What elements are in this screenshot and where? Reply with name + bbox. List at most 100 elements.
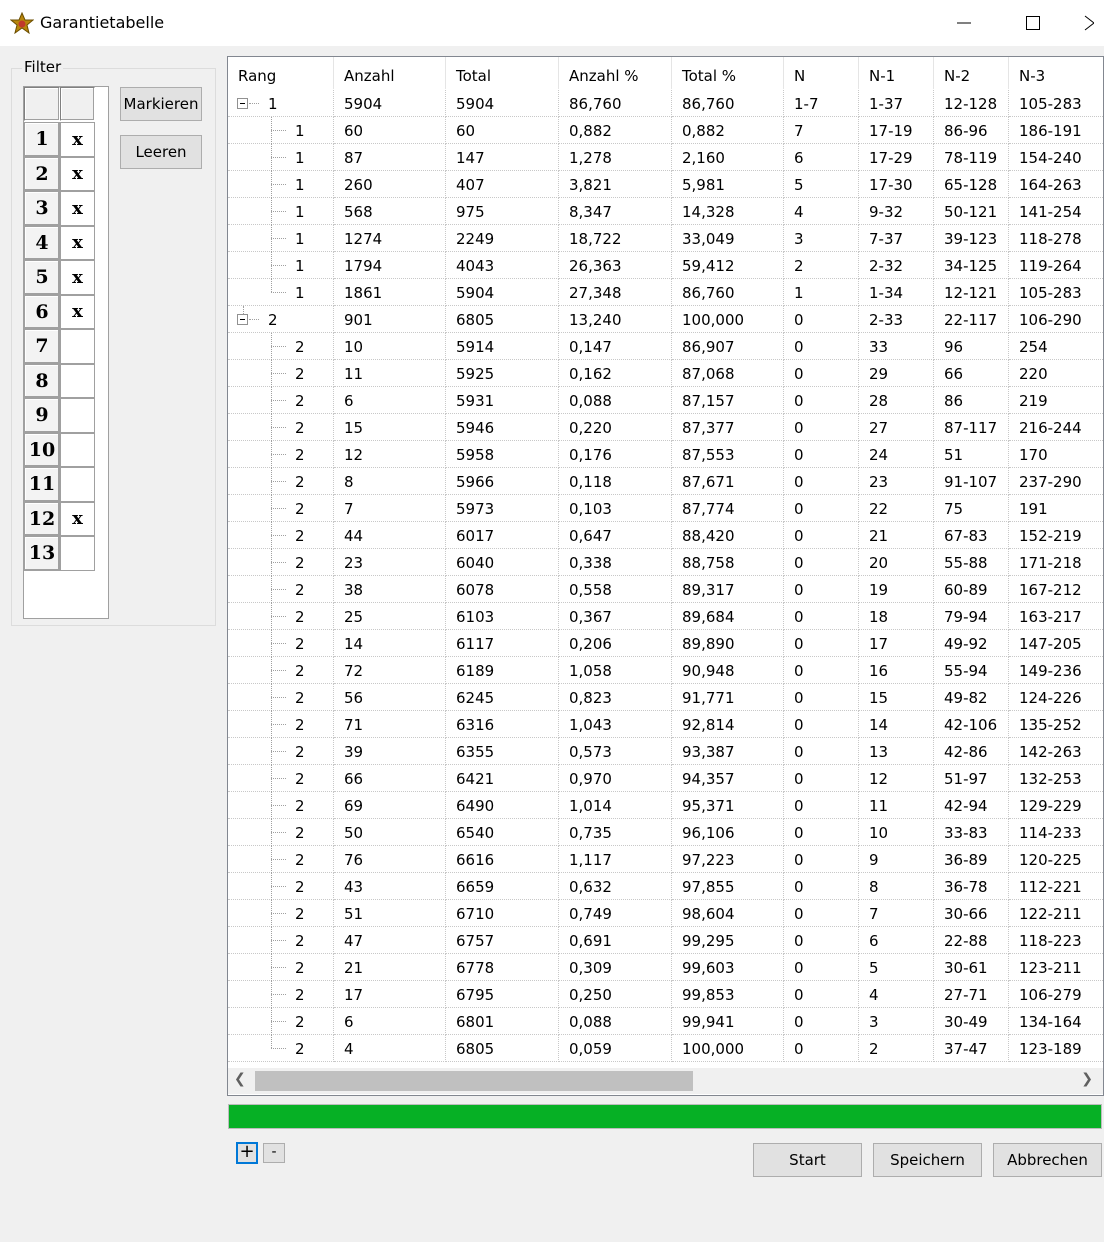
column-header[interactable]: N: [784, 57, 859, 89]
clear-button[interactable]: Leeren: [120, 135, 202, 169]
mark-button[interactable]: Markieren: [120, 87, 202, 121]
expand-all-button[interactable]: +: [236, 1142, 258, 1164]
filter-row-number[interactable]: 7: [24, 329, 60, 364]
column-header[interactable]: Anzahl %: [559, 57, 672, 89]
table-row[interactable]: 2 44 6017 0,647 88,420 0 21 67-83 152-219: [228, 522, 1103, 549]
scroll-left-icon[interactable]: ❮: [234, 1071, 246, 1087]
cell-anzahl: 71: [334, 711, 446, 738]
table-row[interactable]: 2 6 5931 0,088 87,157 0 28 86 219: [228, 387, 1103, 414]
start-button[interactable]: Start: [753, 1143, 862, 1177]
table-row[interactable]: 2 39 6355 0,573 93,387 0 13 42-86 142-263: [228, 738, 1103, 765]
filter-row-number[interactable]: 5: [24, 260, 60, 295]
scroll-thumb[interactable]: [255, 1071, 693, 1091]
cell-n: 1-7: [784, 90, 859, 117]
filter-row-mark[interactable]: x: [60, 260, 95, 295]
collapse-toggle-icon[interactable]: [237, 314, 248, 325]
filter-row-mark[interactable]: x: [60, 225, 95, 260]
collapse-all-button[interactable]: -: [263, 1143, 285, 1163]
filter-row-mark[interactable]: [60, 536, 95, 571]
table-row[interactable]: 2 14 6117 0,206 89,890 0 17 49-92 147-205: [228, 630, 1103, 657]
table-row[interactable]: 2 17 6795 0,250 99,853 0 4 27-71 106-279: [228, 981, 1103, 1008]
filter-row-number[interactable]: 9: [24, 398, 60, 433]
guarantee-tree-table[interactable]: Rang Anzahl Total Anzahl % Total % N N-1 N-2 N-3…: [227, 56, 1104, 1096]
table-row[interactable]: 2 21 6778 0,309 99,603 0 5 30-61 123-211: [228, 954, 1103, 981]
maximize-button[interactable]: [1010, 0, 1056, 46]
table-row[interactable]: 2 8 5966 0,118 87,671 0 23 91-107 237-290: [228, 468, 1103, 495]
table-row[interactable]: 1 1274 2249 18,722 33,049 3 7-37 39-123 118-278: [228, 225, 1103, 252]
table-row[interactable]: 2 38 6078 0,558 89,317 0 19 60-89 167-212: [228, 576, 1103, 603]
table-row[interactable]: 2 12 5958 0,176 87,553 0 24 51 170: [228, 441, 1103, 468]
table-row[interactable]: 2 51 6710 0,749 98,604 0 7 30-66 122-211: [228, 900, 1103, 927]
table-row[interactable]: 2 7 5973 0,103 87,774 0 22 75 191: [228, 495, 1103, 522]
filter-row-mark[interactable]: [60, 432, 95, 467]
tree-connector: [271, 468, 272, 495]
table-row[interactable]: 2 25 6103 0,367 89,684 0 18 79-94 163-217: [228, 603, 1103, 630]
cell-total-pct: 98,604: [672, 900, 784, 927]
filter-row-number[interactable]: 6: [24, 294, 60, 329]
tree-group-row[interactable]: 1 5904 5904 86,760 86,760 1-7 1-37 12-128 105-28…: [228, 90, 1103, 117]
filter-row-number[interactable]: 12: [24, 501, 60, 536]
minimize-button[interactable]: [941, 0, 987, 46]
column-header[interactable]: Total: [446, 57, 559, 89]
cell-total-pct: 99,853: [672, 981, 784, 1008]
table-row[interactable]: 2 4 6805 0,059 100,000 0 2 37-47 123-189: [228, 1035, 1103, 1062]
table-row[interactable]: 2 71 6316 1,043 92,814 0 14 42-106 135-252: [228, 711, 1103, 738]
tree-connector: [271, 117, 272, 144]
filter-row-number[interactable]: 3: [24, 191, 60, 226]
table-row[interactable]: 2 47 6757 0,691 99,295 0 6 22-88 118-223: [228, 927, 1103, 954]
collapse-toggle-icon[interactable]: [237, 98, 248, 109]
scroll-right-icon[interactable]: ❯: [1081, 1071, 1093, 1087]
table-row[interactable]: 2 11 5925 0,162 87,068 0 29 66 220: [228, 360, 1103, 387]
filter-row-mark[interactable]: [60, 467, 95, 502]
table-row[interactable]: 1 60 60 0,882 0,882 7 17-19 86-96 186-191: [228, 117, 1103, 144]
table-row[interactable]: 2 72 6189 1,058 90,948 0 16 55-94 149-236: [228, 657, 1103, 684]
table-row[interactable]: 1 1861 5904 27,348 86,760 1 1-34 12-121 105-283: [228, 279, 1103, 306]
filter-row-number[interactable]: 11: [24, 467, 60, 502]
column-header[interactable]: Total %: [672, 57, 784, 89]
table-row[interactable]: 1 87 147 1,278 2,160 6 17-29 78-119 154-240: [228, 144, 1103, 171]
column-header[interactable]: Anzahl: [334, 57, 446, 89]
tree-group-row[interactable]: 2 901 6805 13,240 100,000 0 2-33 22-117 106-290: [228, 306, 1103, 333]
filter-row-number[interactable]: 10: [24, 432, 60, 467]
filter-grid[interactable]: 1 x 2 x 3 x 4 x 5 x 6 x 7 8 9 10 11 12 x 13: [23, 86, 109, 619]
filter-row-mark[interactable]: [60, 363, 95, 398]
table-row[interactable]: 2 43 6659 0,632 97,855 0 8 36-78 112-221: [228, 873, 1103, 900]
table-row[interactable]: 2 69 6490 1,014 95,371 0 11 42-94 129-229: [228, 792, 1103, 819]
cell-total: 975: [446, 198, 559, 225]
save-button[interactable]: Speichern: [873, 1143, 982, 1177]
filter-row-mark[interactable]: [60, 329, 95, 364]
table-row[interactable]: 1 1794 4043 26,363 59,412 2 2-32 34-125 119-264: [228, 252, 1103, 279]
filter-row-number[interactable]: 8: [24, 363, 60, 398]
table-row[interactable]: 1 260 407 3,821 5,981 5 17-30 65-128 164-263: [228, 171, 1103, 198]
table-row[interactable]: 2 50 6540 0,735 96,106 0 10 33-83 114-233: [228, 819, 1103, 846]
filter-row-mark[interactable]: [60, 398, 95, 433]
filter-row-number[interactable]: 1: [24, 122, 60, 157]
cell-n: 0: [784, 306, 859, 333]
filter-row-mark[interactable]: x: [60, 191, 95, 226]
table-row[interactable]: 2 23 6040 0,338 88,758 0 20 55-88 171-218: [228, 549, 1103, 576]
column-header[interactable]: N-1: [859, 57, 934, 89]
filter-row-number[interactable]: 2: [24, 156, 60, 191]
column-header[interactable]: N-3: [1009, 57, 1103, 89]
horizontal-scrollbar[interactable]: ❮ ❯: [228, 1068, 1103, 1094]
table-row[interactable]: 2 76 6616 1,117 97,223 0 9 36-89 120-225: [228, 846, 1103, 873]
filter-row-mark[interactable]: x: [60, 294, 95, 329]
table-row[interactable]: 2 6 6801 0,088 99,941 0 3 30-49 134-164: [228, 1008, 1103, 1035]
cell-n2: 42-94: [934, 792, 1009, 819]
close-button[interactable]: [1080, 0, 1104, 46]
filter-row-number[interactable]: 13: [24, 536, 60, 571]
cell-total: 2249: [446, 225, 559, 252]
table-row[interactable]: 1 568 975 8,347 14,328 4 9-32 50-121 141-254: [228, 198, 1103, 225]
table-row[interactable]: 2 10 5914 0,147 86,907 0 33 96 254: [228, 333, 1103, 360]
table-row[interactable]: 2 56 6245 0,823 91,771 0 15 49-82 124-226: [228, 684, 1103, 711]
filter-row-number[interactable]: 4: [24, 225, 60, 260]
filter-row-mark[interactable]: x: [60, 501, 95, 536]
column-header[interactable]: N-2: [934, 57, 1009, 89]
table-row[interactable]: 2 66 6421 0,970 94,357 0 12 51-97 132-253: [228, 765, 1103, 792]
table-row[interactable]: 2 15 5946 0,220 87,377 0 27 87-117 216-244: [228, 414, 1103, 441]
cell-n2: 91-107: [934, 468, 1009, 495]
filter-row-mark[interactable]: x: [60, 122, 95, 157]
column-header[interactable]: Rang: [228, 57, 334, 89]
cancel-button[interactable]: Abbrechen: [993, 1143, 1102, 1177]
filter-row-mark[interactable]: x: [60, 156, 95, 191]
